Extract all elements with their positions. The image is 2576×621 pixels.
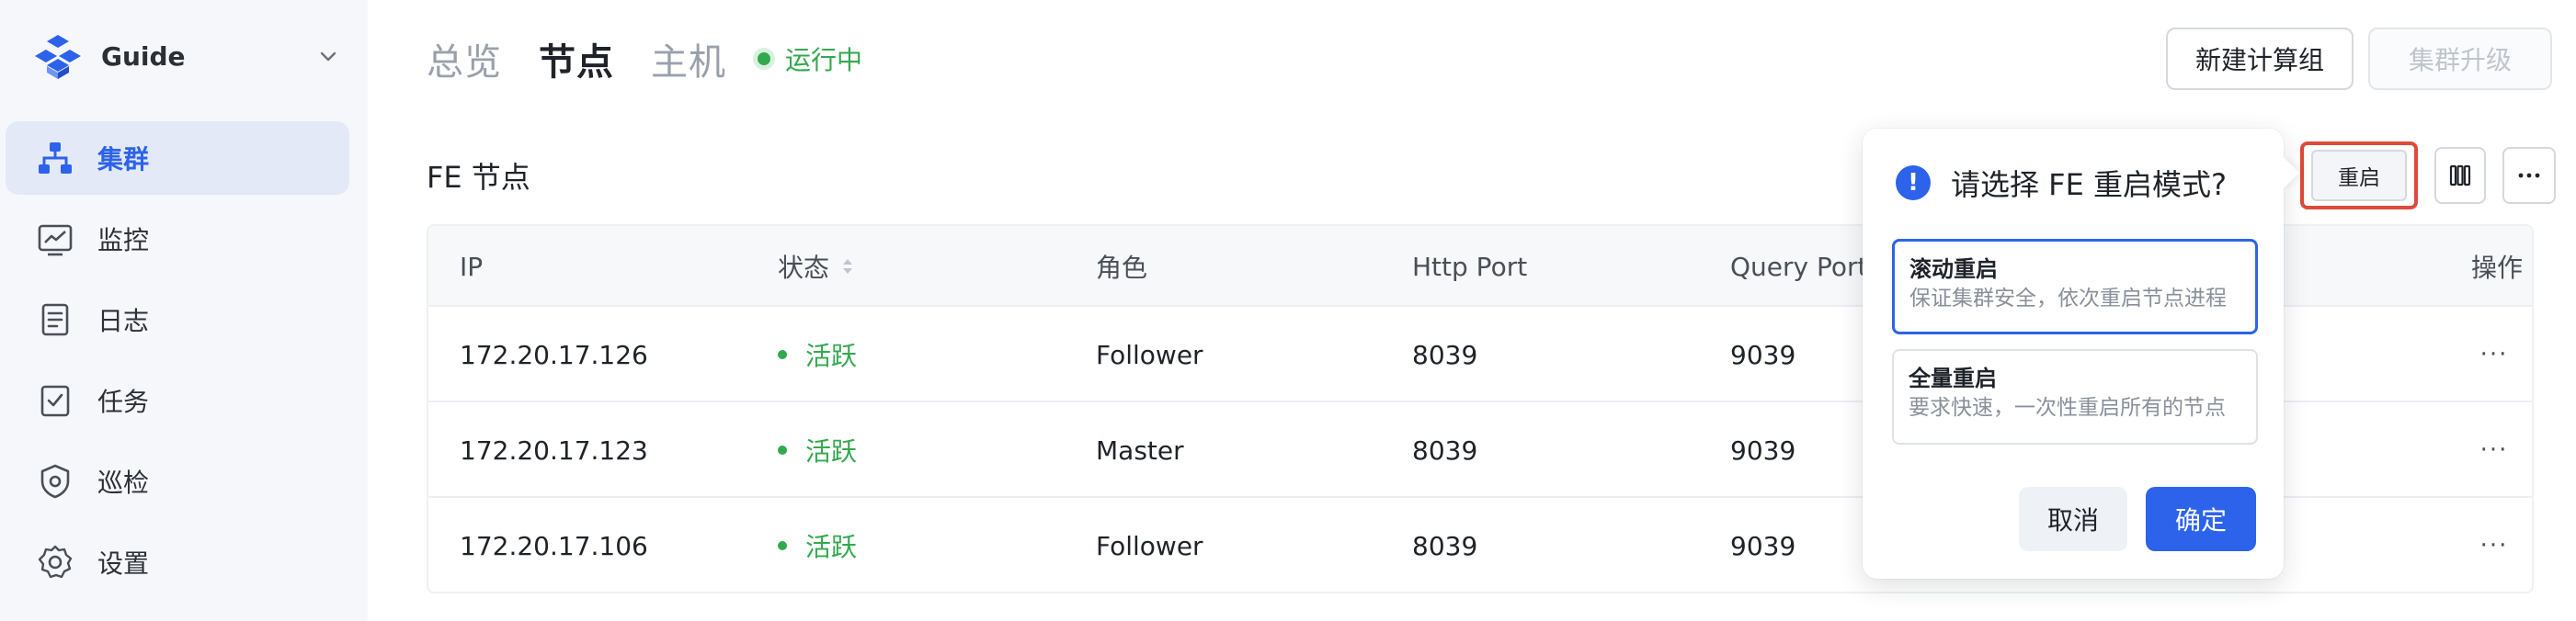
column-header-ip: IP [460,251,484,282]
workspace-name: Guide [101,40,186,72]
popover-title: ! 请选择 FE 重启模式? [1896,162,2227,204]
restart-button[interactable]: 重启 [2311,150,2407,201]
confirm-button[interactable]: 确定 [2146,487,2256,551]
status-label: 活跃 [805,532,858,562]
row-more-button[interactable]: ··· [2471,307,2517,402]
column-header-role: 角色 [1096,253,1148,283]
sidebar-item-label: 设置 [97,548,150,579]
sidebar-item-label: 集群 [97,144,150,175]
sidebar-item-monitor[interactable]: 监控 [6,202,349,276]
more-options-button[interactable] [2502,147,2556,204]
status-dot-icon [778,541,787,550]
cell-ip: 172.20.17.106 [460,530,648,561]
option-title: 滚动重启 [1909,256,1998,282]
page-tabs: 总览 节点 主机 运行中 [427,31,862,86]
sidebar-item-settings[interactable]: 设置 [6,525,349,599]
status-dot-icon [778,446,787,455]
column-header-http-port: Http Port [1412,251,1528,282]
cell-ip: 172.20.17.123 [460,435,648,466]
settings-icon [38,545,73,579]
row-more-button[interactable]: ··· [2471,498,2517,592]
status-dot-icon [758,52,770,65]
full-restart-option[interactable]: 全量重启 要求快速，一次性重启所有的节点 [1892,349,2258,445]
sort-icon [843,259,853,274]
cell-http-port: 8039 [1412,339,1478,370]
sidebar-item-inspection[interactable]: 巡检 [6,445,349,518]
sidebar-item-label: 巡检 [97,468,150,498]
cell-status: 活跃 [778,307,857,402]
row-more-button[interactable]: ··· [2471,402,2517,498]
tab-nodes[interactable]: 节点 [539,32,614,85]
column-header-action: 操作 [2471,253,2524,283]
cell-http-port: 8039 [1412,435,1478,466]
sidebar-item-cluster[interactable]: 集群 [6,121,349,195]
sidebar: Guide 集群 监控 日志 任务 巡检 设置 [0,0,368,621]
cell-ip: 172.20.17.126 [460,339,648,370]
tab-hosts[interactable]: 主机 [651,32,726,85]
cell-role: Follower [1096,339,1203,370]
section-title: FE 节点 [427,160,530,195]
status-text: 运行中 [785,45,863,75]
cell-query-port: 9039 [1730,530,1796,561]
status-label: 活跃 [805,436,858,467]
chevron-down-icon [320,51,336,62]
columns-icon [2449,164,2471,186]
log-icon [41,303,69,336]
column-header-status[interactable]: 状态 [778,226,855,307]
cancel-button[interactable]: 取消 [2019,487,2127,551]
new-compute-group-button[interactable]: 新建计算组 [2166,28,2354,90]
sidebar-item-task[interactable]: 任务 [6,364,349,437]
sidebar-item-label: 监控 [97,225,150,255]
cluster-icon [39,142,72,174]
task-icon [40,385,70,417]
option-description: 要求快速，一次性重启所有的节点 [1909,396,2226,420]
column-header-query-port: Query Port [1730,251,1868,282]
sidebar-item-log[interactable]: 日志 [6,283,349,356]
column-settings-button[interactable] [2434,147,2486,204]
cell-query-port: 9039 [1730,339,1796,370]
inspection-icon [40,464,70,499]
restart-button-highlight: 重启 [2300,141,2418,209]
more-icon [2518,173,2540,178]
option-title: 全量重启 [1909,366,1997,391]
popover-title-text: 请选择 FE 重启模式? [1951,167,2227,202]
status-label: 活跃 [805,341,858,371]
status-dot-icon [778,350,787,359]
cell-status: 活跃 [778,402,857,498]
cluster-status: 运行中 [758,40,862,77]
option-description: 保证集群安全，依次重启节点进程 [1909,287,2227,310]
monitor-icon [38,224,73,256]
exclamation-icon: ! [1896,165,1931,200]
cell-role: Master [1096,435,1184,466]
rolling-restart-option[interactable]: 滚动重启 保证集群安全，依次重启节点进程 [1892,239,2258,334]
logo-icon [35,35,81,79]
cell-status: 活跃 [778,498,858,592]
cell-http-port: 8039 [1412,530,1478,561]
workspace-switcher[interactable]: Guide [33,28,340,85]
sidebar-item-label: 任务 [97,387,150,417]
cell-role: Follower [1096,530,1203,561]
tab-overview[interactable]: 总览 [427,32,502,85]
restart-mode-popover: ! 请选择 FE 重启模式? 滚动重启 保证集群安全，依次重启节点进程 全量重启… [1863,129,2299,579]
cluster-upgrade-button[interactable]: 集群升级 [2368,28,2552,90]
sidebar-item-label: 日志 [97,306,150,336]
cell-query-port: 9039 [1730,435,1796,466]
column-header-label: 状态 [778,253,830,283]
